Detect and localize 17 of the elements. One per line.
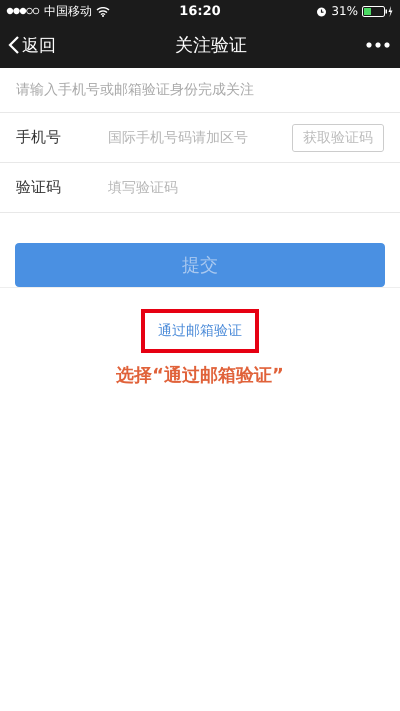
carrier-name: 中国移动	[44, 2, 92, 20]
clock-time: 16:20	[179, 4, 221, 18]
get-code-button[interactable]: 获取验证码	[292, 124, 384, 152]
chevron-left-icon	[8, 35, 20, 55]
more-icon[interactable]	[366, 42, 390, 48]
annotation-text: 选择“通过邮箱验证”	[116, 364, 284, 387]
battery-percent: 31%	[331, 4, 358, 18]
signal-icon	[6, 7, 40, 15]
field-label: 验证码	[16, 178, 62, 197]
field-label: 手机号	[16, 128, 62, 147]
page-title: 关注验证	[175, 34, 247, 57]
alarm-icon	[316, 6, 328, 16]
battery-icon	[362, 6, 394, 16]
email-verify-link[interactable]: 通过邮箱验证	[141, 309, 259, 353]
instruction-text: 请输入手机号或邮箱验证身份完成关注	[0, 68, 400, 113]
back-button[interactable]: 返回	[8, 34, 56, 56]
wifi-icon	[96, 6, 110, 16]
